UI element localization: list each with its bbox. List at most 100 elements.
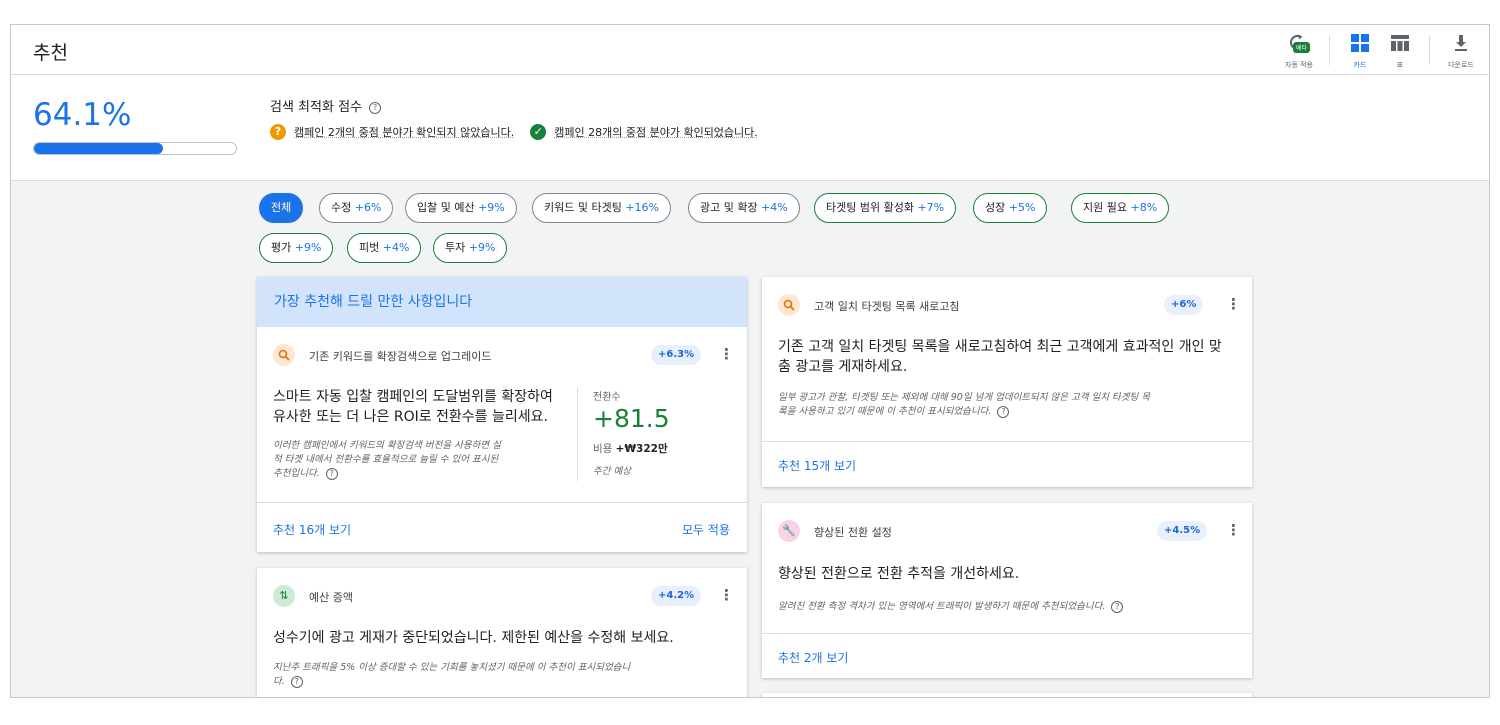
unconfirmed-focus-text[interactable]: 캠페인 2개의 중점 분야가 확인되지 않았습니다. xyxy=(294,124,514,140)
download-label: 다운로드 xyxy=(1448,61,1474,69)
chip-targeting-reach[interactable]: 타겟팅 범위 활성화 +7% xyxy=(814,193,957,223)
page-title: 추천 xyxy=(33,42,68,64)
chip-label: 광고 및 확장 xyxy=(700,201,758,214)
chip-pct: +7% xyxy=(917,201,945,214)
chip-label: 피벗 xyxy=(359,241,380,254)
view-recommendations-link[interactable]: 추천 16개 보기 xyxy=(273,521,351,538)
chip-needs-support[interactable]: 지원 필요 +8% xyxy=(1071,193,1170,223)
divider xyxy=(762,633,1252,634)
more-vert-icon[interactable]: ⋮ xyxy=(719,345,734,363)
more-vert-icon[interactable]: ⋮ xyxy=(1226,521,1241,539)
recommendation-description: 일부 광고가 관찰, 타겟팅 또는 제외에 대해 90일 넘게 업데이트되지 않… xyxy=(778,391,1248,419)
chip-ads-extensions[interactable]: 광고 및 확장 +4% xyxy=(688,193,800,223)
recommendation-headline: 스마트 자동 입찰 캠페인의 도달범위를 확장하여 유사한 또는 더 나은 RO… xyxy=(273,387,553,427)
divider xyxy=(257,502,747,503)
recommendation-title: 고객 일치 타겟팅 목록 새로고침 xyxy=(814,300,960,313)
chip-bids-budgets[interactable]: 입찰 및 예산 +9% xyxy=(405,193,517,223)
download-button[interactable]: 다운로드 xyxy=(1443,31,1479,71)
description-line: 일부 광고가 관찰, 타겟팅 또는 제외에 대해 90일 넘게 업데이트되지 않… xyxy=(778,392,1151,403)
cost-estimate: 비용 +₩322만 xyxy=(593,441,668,456)
score-title: 검색 최적화 점수 ? xyxy=(270,96,382,115)
score-progress-fill xyxy=(34,143,164,154)
apply-all-button[interactable]: 모두 적용 xyxy=(682,521,730,538)
chip-label: 타겟팅 범위 활성화 xyxy=(826,201,914,214)
cards-view-button[interactable]: 카드 xyxy=(1344,31,1376,71)
download-icon xyxy=(1455,35,1467,51)
auto-apply-button[interactable]: 베타 자동 적용 xyxy=(1279,31,1319,71)
recommendation-description: 알려진 전환 측정 격차가 있는 영역에서 트래픽이 발생하기 때문에 추천되었… xyxy=(778,600,1248,614)
table-label: 표 xyxy=(1396,61,1404,69)
divider xyxy=(1429,35,1430,65)
headline-line: 유사한 또는 더 나은 ROI로 전환수를 늘리세요. xyxy=(273,409,548,425)
confirmed-focus-text[interactable]: 캠페인 28개의 중점 분야가 확인되었습니다. xyxy=(554,124,758,140)
optimization-score-value: 64.1% xyxy=(33,97,132,133)
auto-apply-label: 자동 적용 xyxy=(1285,61,1313,69)
score-title-text: 검색 최적화 점수 xyxy=(270,100,362,115)
description-line: 록을 사용하고 있기 때문에 이 추천이 표시되었습니다. xyxy=(778,406,992,417)
optimization-score-panel: 64.1% 검색 최적화 점수 ? ? 캠페인 2개의 중점 분야가 확인되지 … xyxy=(11,75,1489,181)
chip-pct: +6% xyxy=(354,201,382,214)
chip-fix[interactable]: 수정 +6% xyxy=(319,193,394,223)
chip-pct: +4% xyxy=(382,241,410,254)
recommendation-description: 지난주 트래픽을 5% 이상 증대할 수 있는 기회를 놓치셨기 때문에 이 추… xyxy=(273,661,733,689)
chip-pct: +8% xyxy=(1130,201,1158,214)
description-line: 지난주 트래픽을 5% 이상 증대할 수 있는 기회를 놓치셨기 때문에 이 추… xyxy=(273,662,631,673)
chip-label: 투자 xyxy=(445,241,466,254)
chip-pivot[interactable]: 피벗 +4% xyxy=(347,233,422,263)
chip-pct: +9% xyxy=(468,241,496,254)
chip-invest[interactable]: 투자 +9% xyxy=(433,233,508,263)
chip-pct: +9% xyxy=(478,201,505,214)
search-icon xyxy=(778,294,800,316)
check-icon: ✓ xyxy=(530,124,547,140)
help-icon[interactable]: ? xyxy=(290,675,303,688)
chip-all[interactable]: 전체 xyxy=(259,193,304,223)
conversions-label: 전환수 xyxy=(593,392,621,403)
score-uplift-badge: +6% xyxy=(1164,295,1204,315)
top-recommendation-card: 가장 추천해 드릴 만한 사항입니다 기존 키워드를 확장검색으로 업그레이드 … xyxy=(257,277,747,552)
chip-label: 수정 xyxy=(331,201,352,214)
divider xyxy=(762,441,1252,442)
chip-evaluate[interactable]: 평가 +9% xyxy=(259,233,334,263)
view-recommendations-link[interactable]: 추천 2개 보기 xyxy=(778,649,848,666)
chip-label: 입찰 및 예산 xyxy=(417,201,475,214)
top-recommendation-banner: 가장 추천해 드릴 만한 사항입니다 xyxy=(257,277,747,327)
chip-label: 전체 xyxy=(271,201,292,214)
divider xyxy=(1329,35,1330,65)
more-vert-icon[interactable]: ⋮ xyxy=(719,586,734,604)
wrench-icon: 🔧 xyxy=(778,520,800,542)
chip-growth[interactable]: 성장 +5% xyxy=(973,193,1048,223)
help-icon[interactable]: ? xyxy=(1111,600,1124,613)
header-bar: 추천 베타 자동 적용 카드 표 다운로드 xyxy=(11,25,1489,75)
score-uplift-badge: +4.5% xyxy=(1157,521,1208,541)
chip-label: 키워드 및 타겟팅 xyxy=(544,201,622,214)
recommendation-title: 기존 키워드를 확장검색으로 업그레이드 xyxy=(309,350,492,363)
view-recommendations-link[interactable]: 추천 15개 보기 xyxy=(778,457,856,474)
description-line: 추천입니다. xyxy=(273,468,320,479)
description-line: 다. xyxy=(273,676,285,687)
chip-pct: +9% xyxy=(294,241,322,254)
divider xyxy=(577,387,578,481)
beta-badge: 베타 xyxy=(1293,42,1311,53)
help-icon[interactable]: ? xyxy=(997,405,1010,418)
chip-pct: +16% xyxy=(625,201,660,214)
conversion-recommendation-card: 🔧 향상된 전환 설정 +4.5% ⋮ 향상된 전환으로 전환 추적을 개선하세… xyxy=(762,503,1252,678)
chip-pct: +4% xyxy=(761,201,788,214)
focus-status-row: ? 캠페인 2개의 중점 분야가 확인되지 않았습니다. ✓ 캠페인 28개의 … xyxy=(270,124,758,140)
weekly-estimate-label: 주간 예상 xyxy=(593,466,631,477)
recommendations-page: 추천 베타 자동 적용 카드 표 다운로드 64.1% 검색 최적화 점수 ? … xyxy=(10,24,1490,698)
chip-label: 평가 xyxy=(271,241,292,254)
recommendation-title: 예산 증액 xyxy=(309,591,353,604)
recommendation-headline: 향상된 전환으로 전환 추적을 개선하세요. xyxy=(778,566,1020,582)
help-icon[interactable]: ? xyxy=(325,467,338,480)
recommendation-headline: 성수기에 광고 게재가 중단되었습니다. 제한된 예산을 수정해 보세요. xyxy=(273,630,674,646)
next-recommendation-card xyxy=(762,693,1252,697)
chip-keywords-targeting[interactable]: 키워드 및 타겟팅 +16% xyxy=(532,193,672,223)
score-uplift-badge: +6.3% xyxy=(651,345,702,365)
score-progress-bar xyxy=(33,142,237,155)
question-icon: ? xyxy=(270,124,286,140)
cost-value: +₩322만 xyxy=(615,443,668,455)
table-view-button[interactable]: 표 xyxy=(1384,31,1416,71)
conversions-value: +81.5 xyxy=(593,404,670,433)
help-icon[interactable]: ? xyxy=(369,101,382,114)
more-vert-icon[interactable]: ⋮ xyxy=(1226,295,1241,313)
